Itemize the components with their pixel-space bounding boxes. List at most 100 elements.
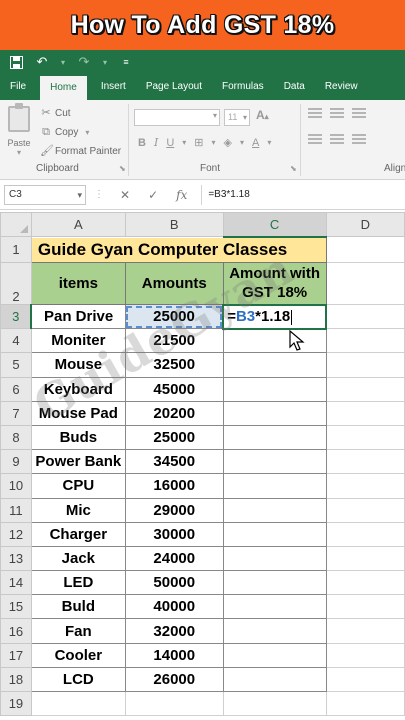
item-cell[interactable]: Moniter [30, 328, 126, 354]
row-header[interactable]: 12 [0, 521, 32, 547]
undo-dropdown-icon[interactable]: ▾ [60, 54, 66, 70]
active-cell-c3[interactable]: =B3*1.18 [222, 303, 328, 330]
name-box-grip-icon[interactable]: ⋮ [94, 189, 104, 200]
cell[interactable] [325, 594, 405, 620]
paste-dropdown-icon[interactable]: ▾ [4, 148, 34, 157]
bold-icon[interactable]: B [138, 137, 146, 149]
row-header[interactable]: 5 [0, 352, 32, 378]
amount-cell[interactable]: 21500 [124, 328, 224, 354]
row-header[interactable]: 18 [0, 666, 32, 693]
paste-button[interactable]: Paste ▾ [4, 103, 34, 157]
formula-input[interactable]: =B3*1.18 [201, 184, 405, 205]
gst-cell[interactable] [222, 545, 327, 572]
item-cell[interactable]: Mouse Pad [30, 400, 126, 426]
gst-cell[interactable] [222, 400, 327, 426]
undo-icon[interactable]: ↶ [34, 54, 50, 70]
gst-cell[interactable] [222, 594, 327, 620]
item-cell[interactable]: CPU [30, 473, 126, 499]
row-header[interactable]: 13 [0, 545, 32, 572]
cell[interactable] [325, 400, 405, 426]
font-name-select[interactable] [134, 109, 220, 126]
save-icon[interactable] [8, 54, 24, 70]
item-cell[interactable]: Buld [30, 594, 126, 620]
item-cell[interactable]: Mouse [30, 352, 126, 378]
amount-cell[interactable]: 32000 [124, 618, 224, 644]
cell[interactable] [325, 449, 405, 475]
amount-cell[interactable]: 16000 [124, 473, 224, 499]
borders-dropdown-icon[interactable]: ▾ [212, 138, 216, 147]
amount-cell[interactable]: 30000 [124, 521, 224, 547]
header-amounts-cell[interactable]: Amounts [124, 262, 224, 305]
tab-insert[interactable]: Insert [91, 74, 136, 100]
column-header-c[interactable]: C [222, 212, 327, 238]
font-size-select[interactable]: 11 [224, 109, 250, 126]
amount-cell[interactable]: 34500 [124, 449, 224, 475]
amount-cell[interactable]: 14000 [124, 642, 224, 668]
item-cell[interactable]: Buds [30, 424, 126, 451]
gst-cell[interactable] [222, 449, 327, 475]
item-cell[interactable]: LCD [30, 666, 126, 693]
amount-cell[interactable]: 29000 [124, 497, 224, 523]
cell[interactable] [325, 666, 405, 693]
cell[interactable] [222, 691, 327, 716]
item-cell[interactable]: Charger [30, 521, 126, 547]
tab-data[interactable]: Data [274, 74, 315, 100]
row-header[interactable]: 10 [0, 473, 32, 499]
left-align-icon[interactable] [308, 134, 322, 146]
amount-cell[interactable]: 32500 [124, 352, 224, 378]
amount-cell[interactable]: 25000 [124, 303, 224, 330]
cell[interactable] [124, 691, 224, 716]
row-header[interactable]: 1 [0, 236, 32, 263]
underline-icon[interactable]: U [166, 137, 174, 149]
item-cell[interactable]: Mic [30, 497, 126, 523]
item-cell[interactable]: Jack [30, 545, 126, 572]
cell[interactable] [325, 376, 405, 402]
customize-qat-icon[interactable]: ≡ [118, 54, 134, 70]
cell[interactable] [325, 691, 405, 716]
cell[interactable] [325, 328, 405, 354]
copy-dropdown-icon[interactable]: ▾ [85, 123, 89, 142]
row-header[interactable]: 15 [0, 594, 32, 620]
cell[interactable] [30, 691, 126, 716]
item-cell[interactable]: Fan [30, 618, 126, 644]
gst-cell[interactable] [222, 376, 327, 402]
item-cell[interactable]: Cooler [30, 642, 126, 668]
fill-color-icon[interactable]: ◈ [224, 136, 232, 149]
amount-cell[interactable]: 45000 [124, 376, 224, 402]
cancel-icon[interactable]: ✕ [120, 188, 130, 202]
copy-button[interactable]: ⧉ Copy ▾ [40, 123, 121, 142]
row-header[interactable]: 6 [0, 376, 32, 402]
row-header[interactable]: 3 [0, 303, 33, 330]
top-align-icon[interactable] [308, 108, 322, 120]
row-header[interactable]: 19 [0, 691, 32, 716]
gst-cell[interactable] [222, 424, 327, 451]
row-header[interactable]: 17 [0, 642, 32, 668]
enter-icon[interactable]: ✓ [148, 188, 158, 202]
item-cell[interactable]: Power Bank [30, 449, 126, 475]
header-gst-cell[interactable]: Amount with GST 18% [222, 262, 327, 305]
amount-cell[interactable]: 24000 [124, 545, 224, 572]
gst-cell[interactable] [222, 352, 327, 378]
header-items-cell[interactable]: items [30, 262, 126, 305]
gst-cell[interactable] [222, 473, 327, 499]
font-color-dropdown-icon[interactable]: ▾ [267, 138, 271, 147]
amount-cell[interactable]: 20200 [124, 400, 224, 426]
row-header[interactable]: 2 [0, 262, 32, 305]
bottom-align-icon[interactable] [352, 108, 366, 120]
gst-cell[interactable] [222, 497, 327, 523]
grow-font-icon[interactable]: A▴ [256, 108, 269, 122]
row-header[interactable]: 8 [0, 424, 32, 451]
tab-review[interactable]: Review [315, 74, 368, 100]
tab-formulas[interactable]: Formulas [212, 74, 274, 100]
cell[interactable] [325, 262, 405, 305]
select-all-button[interactable] [0, 212, 32, 237]
column-header-b[interactable]: B [124, 212, 224, 237]
sheet-title-cell[interactable]: Guide Gyan Computer Classes [30, 236, 327, 263]
clipboard-launcher-icon[interactable]: ⬊ [119, 164, 126, 173]
item-cell[interactable]: LED [30, 570, 126, 596]
underline-dropdown-icon[interactable]: ▾ [182, 138, 186, 147]
format-painter-button[interactable]: 🖌 Format Painter [40, 142, 121, 161]
cell[interactable] [325, 642, 405, 668]
item-cell[interactable]: Keyboard [30, 376, 126, 402]
insert-function-icon[interactable]: fx [176, 188, 187, 202]
